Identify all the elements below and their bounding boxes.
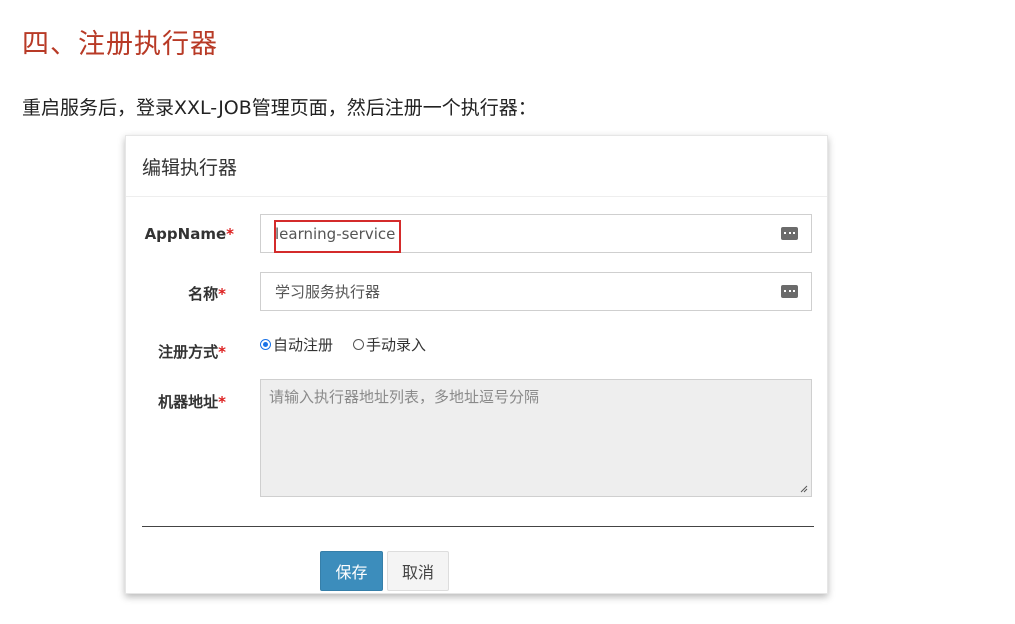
intro-text: 重启服务后，登录XXL-JOB管理页面，然后注册一个执行器： <box>22 97 537 119</box>
address-placeholder: 请输入执行器地址列表，多地址逗号分隔 <box>269 388 540 406</box>
keyboard-icon <box>781 285 798 298</box>
resize-handle-icon[interactable] <box>800 485 808 493</box>
required-mark: * <box>226 225 234 243</box>
radio-manual-label: 手动录入 <box>366 336 427 354</box>
radio-checked-icon[interactable] <box>260 339 271 350</box>
required-mark: * <box>218 285 226 303</box>
name-label-text: 名称 <box>188 285 219 303</box>
radio-auto-label: 自动注册 <box>273 336 334 354</box>
required-mark: * <box>218 393 226 411</box>
name-value: 学习服务执行器 <box>275 283 381 301</box>
radio-manual-entry[interactable]: 手动录入 <box>353 334 426 355</box>
footer-divider <box>142 526 814 527</box>
appname-label: AppName* <box>134 225 234 243</box>
modal-title: 编辑执行器 <box>126 136 827 197</box>
required-mark: * <box>218 343 226 361</box>
address-label-text: 机器地址 <box>158 393 219 411</box>
keyboard-icon <box>781 227 798 240</box>
highlight-box <box>274 220 401 253</box>
register-type-label: 注册方式* <box>126 341 226 362</box>
save-button[interactable]: 保存 <box>320 551 383 591</box>
register-type-radio-group: 自动注册 手动录入 <box>260 334 446 355</box>
appname-label-text: AppName <box>144 225 227 243</box>
name-label: 名称* <box>126 283 226 304</box>
cancel-button[interactable]: 取消 <box>387 551 449 591</box>
edit-executor-modal: 编辑执行器 AppName* learning-service 名称* 学习服务… <box>125 135 828 594</box>
address-label: 机器地址* <box>126 391 226 412</box>
radio-auto-register[interactable]: 自动注册 <box>260 334 333 355</box>
name-input[interactable]: 学习服务执行器 <box>260 272 812 311</box>
register-type-label-text: 注册方式 <box>158 343 219 361</box>
section-heading: 四、注册执行器 <box>22 29 218 60</box>
address-textarea[interactable]: 请输入执行器地址列表，多地址逗号分隔 <box>260 379 812 497</box>
radio-unchecked-icon[interactable] <box>353 339 365 350</box>
